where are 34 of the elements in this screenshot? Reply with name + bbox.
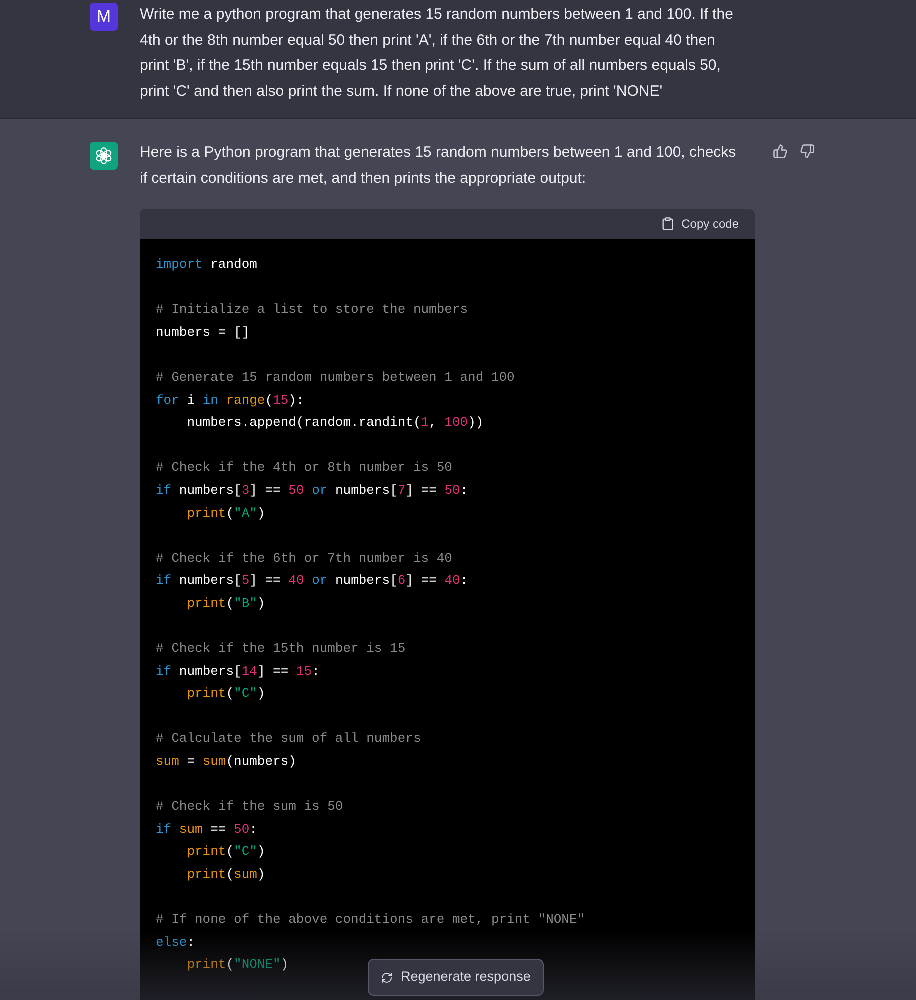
code-line: print(sum) [186, 866, 266, 884]
code-line: # If none of the above conditions are met, print "NONE" [156, 911, 586, 930]
code-line: print("C") [186, 685, 266, 704]
code-line: if numbers[5] == 40 or numbers[6] == 40: [156, 572, 468, 590]
code-line: # Initialize a list to store the numbers [156, 301, 468, 320]
code-line: for i in range(15): [156, 392, 304, 410]
knot-logo-icon [94, 146, 114, 166]
code-line: # Check if the 4th or 8th number is 50 [156, 459, 452, 478]
code-line: # Generate 15 random numbers between 1 and 100 [156, 368, 515, 387]
code-line: print("A") [186, 504, 266, 523]
code-line: if numbers[14] == 15: [156, 662, 320, 681]
copy-code-button[interactable]: Copy code [660, 215, 739, 233]
user-avatar: M [90, 3, 118, 31]
assistant-message: Here is a Python program that generates 15 random numbers between 1 and 100, checks if certain conditions are met, and then prints the appropriate output: [140, 143, 738, 189]
code-line: # Calculate the sum of all numbers [156, 730, 422, 748]
code-line: sum = sum(numbers) [156, 753, 296, 772]
code-line: numbers = [] [156, 324, 250, 342]
code-line: print("NONE") [186, 956, 289, 974]
user-message: Write me a python program that generates 15 random numbers between 1 and 100. If the 4th or the 8th number equal 50 then print 'A', if the 6th or the 7th number equal 40 then print 'B', if the 15th number equals 15 then print 'C'. If the sum of all numbers equals 50, print 'C' and then also print the sum. If none of the above are true, print 'NONE' [140, 5, 734, 102]
code-line: print("B") [186, 594, 266, 613]
code-line: # Check if the 6th or 7th number is 40 [156, 550, 452, 568]
thumbs-down-icon[interactable] [800, 144, 815, 159]
code-line: print("C") [186, 843, 266, 862]
clipboard-icon [660, 217, 675, 231]
code-line: numbers.append(random.randint(1, 100)) [186, 414, 484, 432]
code-line: # Check if the 15th number is 15 [156, 640, 406, 658]
code-line: if numbers[3] == 50 or numbers[7] == 50: [156, 482, 468, 500]
thumbs-up-icon[interactable] [773, 144, 788, 159]
code-line: if sum == 50: [156, 820, 258, 839]
regenerate-response-button[interactable]: Regenerate response [368, 959, 544, 996]
refresh-icon [381, 972, 393, 984]
code-line: else: [156, 934, 196, 952]
code-line: # Check if the sum is 50 [156, 798, 344, 816]
code-line: import random [156, 256, 258, 274]
